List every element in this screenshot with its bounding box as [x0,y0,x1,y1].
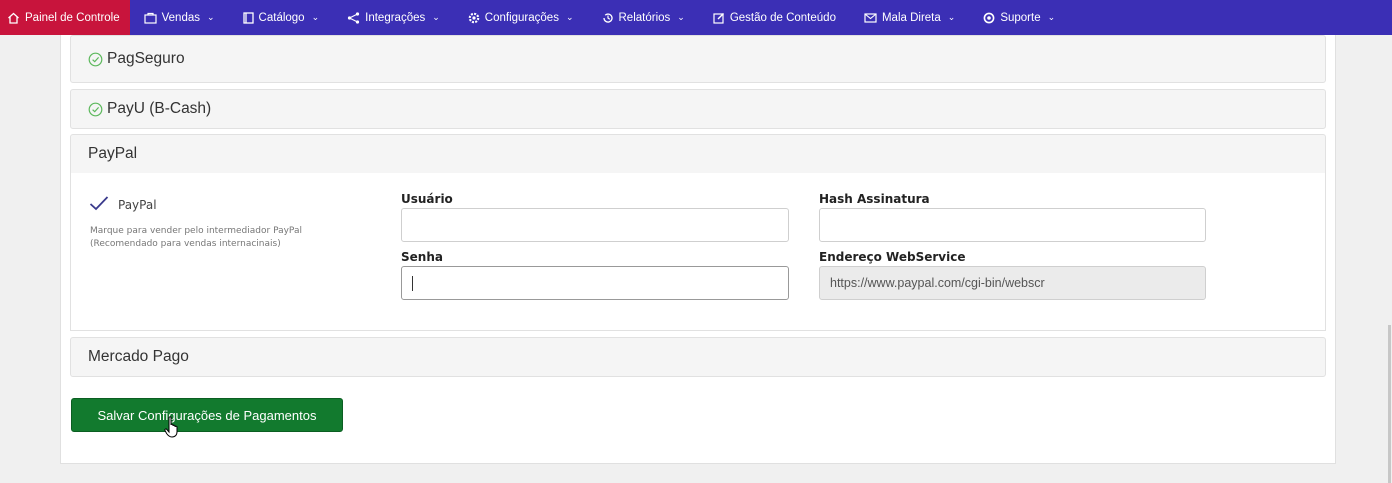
hash-assinatura-label: Hash Assinatura [819,192,930,206]
nav-label: Suporte [1000,11,1041,24]
accordion-title-pagseguro: PagSeguro [107,50,185,67]
accordion-mercado-pago[interactable]: Mercado Pago [70,337,1326,377]
accordion-title-paypal: PayPal [88,145,138,162]
payment-settings-panel: PagSeguro PayU (B-Cash) PayPal PayPal Ma… [60,35,1336,464]
accordion-header: PayPal [71,135,1325,173]
chevron-down-icon: ⌄ [207,12,215,22]
envelope-icon [864,12,877,23]
chevron-down-icon: ⌄ [947,12,956,22]
accordion-pagseguro[interactable]: PagSeguro [70,35,1326,83]
paypal-description: Marque para vender pelo intermediador Pa… [90,226,302,236]
paypal-description-note: (Recomendado para vendas internacinais) [90,239,281,249]
nav-gestao-de-conteudo[interactable]: Gestão de Conteúdo [699,0,850,35]
accordion-title-mercado-pago: Mercado Pago [88,348,189,365]
senha-label: Senha [401,250,443,264]
home-icon [8,12,19,24]
gear-icon [468,12,480,23]
endereco-webservice-input[interactable]: https://www.paypal.com/cgi-bin/webscr [819,266,1206,300]
nav-label: Vendas [161,11,200,24]
accordion-header: Mercado Pago [71,338,1325,376]
text-cursor [412,276,413,292]
usuario-input[interactable] [401,208,789,242]
nav-vendas[interactable]: Vendas ⌄ [130,0,229,35]
nav-label: Mala Direta [881,11,941,24]
nav-mala-direta[interactable]: Mala Direta ⌄ [850,0,969,35]
nav-integracoes[interactable]: Integrações ⌄ [333,0,454,35]
hand-pointer-icon [164,416,178,438]
nav-relatorios[interactable]: Relatórios ⌄ [588,0,699,35]
senha-input[interactable] [401,266,789,300]
accordion-header: PayU (B-Cash) [71,90,1325,128]
briefcase-icon [144,12,157,24]
support-icon [983,12,995,23]
save-payment-settings-button[interactable]: Salvar Configurações de Pagamentos [71,398,343,432]
nav-configuracoes[interactable]: Configurações ⌄ [454,0,588,35]
top-navbar: Painel de Controle Vendas ⌄ Catálogo ⌄ I… [0,0,1392,35]
accordion-payu[interactable]: PayU (B-Cash) [70,89,1326,129]
usuario-label: Usuário [401,192,453,206]
accordion-header: PagSeguro [71,36,1325,82]
paypal-enable-label: PayPal [118,198,157,212]
scrollbar-thumb[interactable] [1388,325,1391,483]
nav-catalogo[interactable]: Catálogo ⌄ [229,0,334,35]
edit-icon [713,12,724,24]
accordion-paypal[interactable]: PayPal [70,134,1326,174]
nav-label: Gestão de Conteúdo [729,11,836,24]
endereco-webservice-label: Endereço WebService [819,250,966,264]
accordion-title-payu: PayU (B-Cash) [107,100,212,117]
checkmark-icon[interactable] [89,195,109,211]
nav-label: Painel de Controle [25,11,120,24]
check-circle-icon [88,102,103,116]
nav-label: Configurações [484,11,559,24]
nav-label: Integrações [365,11,426,24]
chevron-down-icon: ⌄ [677,12,685,22]
check-circle-icon [88,52,103,66]
book-icon [242,11,254,24]
paypal-settings-body: PayPal Marque para vender pelo intermedi… [70,173,1326,331]
history-icon [602,12,613,23]
chevron-down-icon: ⌄ [432,12,440,22]
nav-label: Relatórios [618,11,671,24]
hash-assinatura-input[interactable] [819,208,1206,242]
chevron-down-icon: ⌄ [1047,12,1056,22]
nav-suporte[interactable]: Suporte ⌄ [969,0,1069,35]
chevron-down-icon: ⌄ [565,12,574,22]
nav-label: Catálogo [258,11,305,24]
chevron-down-icon: ⌄ [311,12,320,22]
share-icon [348,11,360,24]
nav-painel-de-controle[interactable]: Painel de Controle [0,0,130,35]
